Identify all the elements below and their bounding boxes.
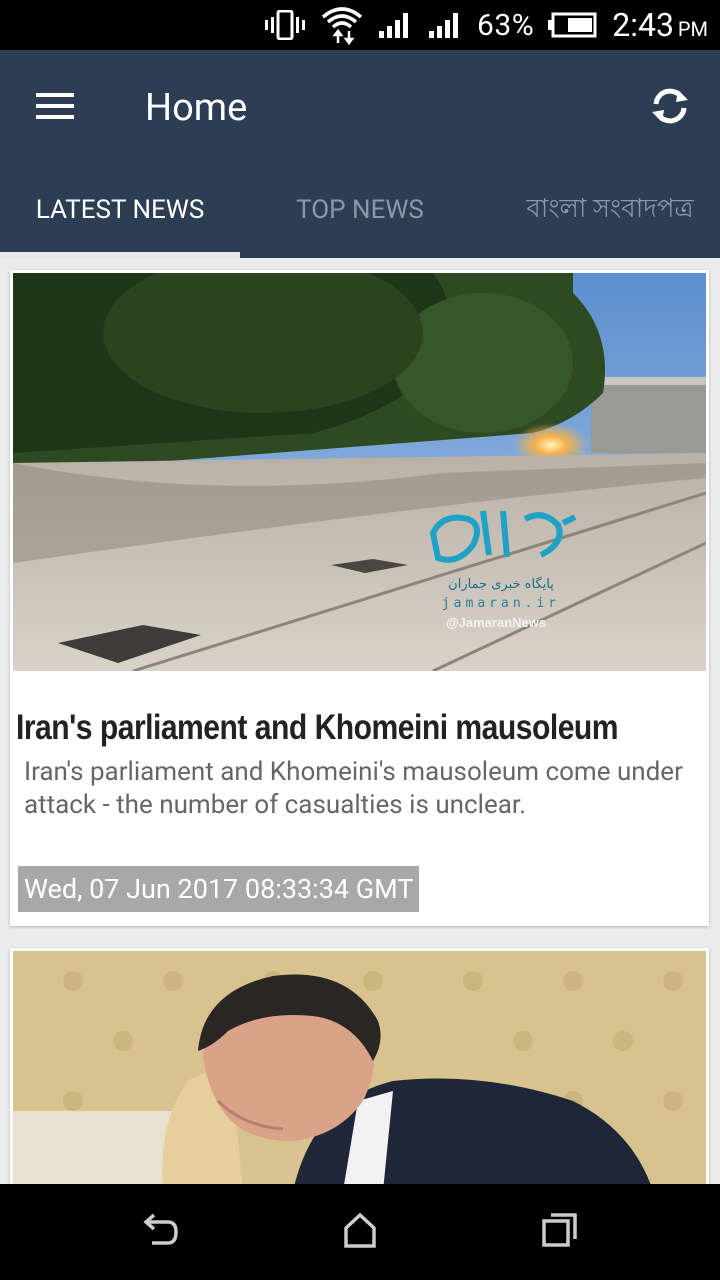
news-card[interactable] [10,948,709,1184]
hamburger-menu-icon [36,91,76,125]
article-summary: Iran's parliament and Khomeini's mausole… [24,757,683,820]
home-icon [342,1212,378,1252]
back-icon [140,1212,180,1252]
refresh-button[interactable] [636,80,704,136]
article-date: Wed, 07 Jun 2017 08:33:34 GMT [18,866,420,912]
clock-suffix: PM [677,17,708,41]
signal-icon [427,11,463,39]
recents-icon [541,1212,579,1252]
recents-button[interactable] [530,1208,590,1256]
vibrate-icon [263,10,307,40]
signal-icon [377,11,413,39]
back-button[interactable] [130,1208,190,1256]
refresh-icon [648,86,692,130]
article-image [13,951,706,1184]
app-bar: Home [0,50,720,162]
battery-icon [548,12,598,38]
article-image: پایگاه خبری جماران jamaran.ir @JamaranNe… [13,273,706,671]
clock-time: 2:43 [612,6,674,44]
home-button[interactable] [330,1208,390,1256]
news-card[interactable]: پایگاه خبری جماران jamaran.ir @JamaranNe… [10,270,709,926]
battery-percent: 63% [477,7,535,43]
tab-bangla-newspaper[interactable]: বাংলা সংবাদপত্র [480,162,720,258]
status-bar: 63% 2:43 PM [0,0,720,50]
watermark-site: jamaran.ir [442,596,560,611]
menu-button[interactable] [22,80,90,136]
tab-indicator [0,252,240,258]
article-title[interactable]: Iran's parliament and Khomeini mausoleum [16,708,619,748]
watermark-persian: پایگاه خبری جماران [448,576,554,592]
clock: 2:43 PM [612,6,708,44]
page-title: Home [145,86,248,130]
wifi-icon [321,5,363,45]
watermark-handle: @JamaranNews [446,615,546,630]
tab-latest-news[interactable]: LATEST NEWS [0,162,240,258]
system-nav-bar [0,1184,720,1280]
tab-bar: LATEST NEWS TOP NEWS বাংলা সংবাদপত্র [0,162,720,258]
tab-top-news[interactable]: TOP NEWS [240,162,480,258]
